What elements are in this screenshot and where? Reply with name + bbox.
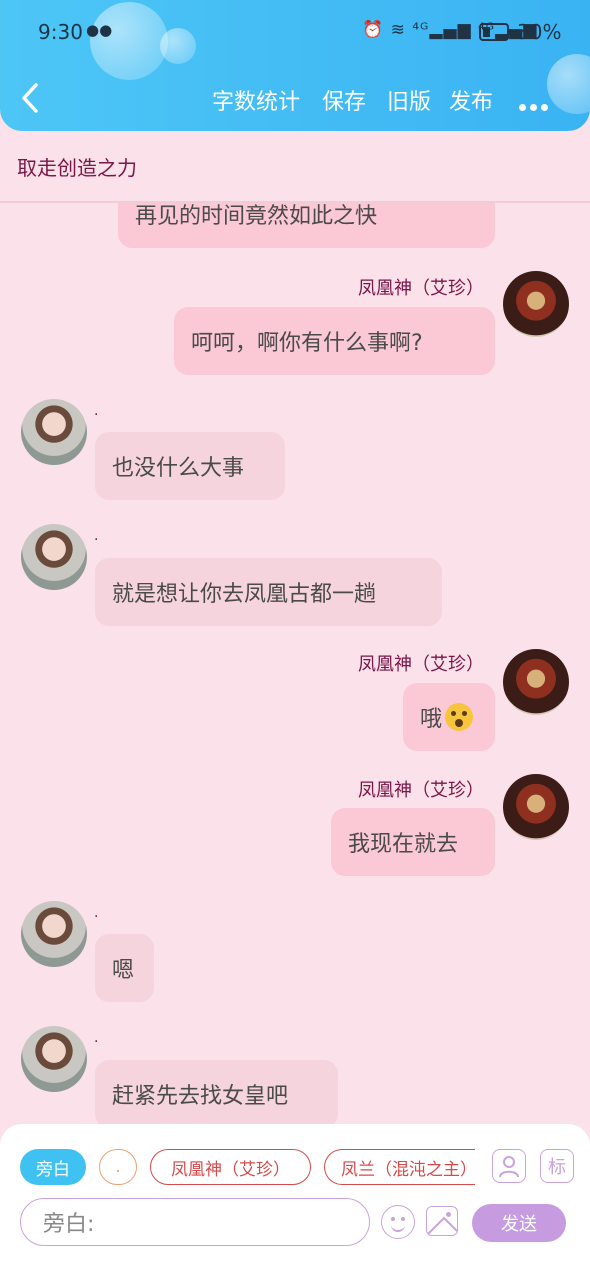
message-text: 就是想让你去凤凰古都一趟 — [112, 582, 377, 607]
avatar[interactable] — [503, 774, 569, 840]
sender-name: 凤凰神（艾珍） — [358, 780, 484, 801]
avatar[interactable] — [21, 901, 87, 967]
message-text: 呵呵，啊你有什么事啊? — [191, 331, 423, 356]
wechat-icon: ●● — [86, 21, 113, 39]
role-chip-fenglan[interactable]: 凤兰（混沌之主） — [324, 1149, 475, 1185]
top-header: 9:30 ●● ⏰ ≋ ⁴ᴳ▂▄▆ ⁴ᴳ▂▄▆ 30% 字数统计 保存 旧版 发… — [0, 0, 590, 131]
sender-name: 凤凰神（艾珍） — [358, 278, 484, 299]
avatar[interactable] — [503, 649, 569, 715]
word-count-button[interactable]: 字数统计 — [212, 84, 300, 116]
person-icon[interactable] — [492, 1149, 526, 1183]
image-icon[interactable] — [426, 1206, 458, 1236]
status-bar: 9:30 ●● ⏰ ≋ ⁴ᴳ▂▄▆ ⁴ᴳ▂▄▆ 30% — [0, 18, 590, 48]
message-text: 再见的时间竟然如此之快 — [135, 204, 378, 229]
message-bubble[interactable]: 赶紧先去找女皇吧 — [95, 1060, 338, 1128]
sender-name: . — [94, 1030, 99, 1046]
sender-name: . — [94, 403, 99, 419]
battery-percent: 30% — [517, 20, 562, 44]
send-button[interactable]: 发送 — [472, 1204, 566, 1242]
message-text: 我现在就去 — [348, 832, 459, 857]
sender-name: . — [94, 905, 99, 921]
message-bubble[interactable]: 也没什么大事 — [95, 432, 285, 500]
tag-button[interactable]: 标 — [540, 1149, 574, 1183]
role-chip-narrator[interactable]: 旁白 — [20, 1149, 86, 1185]
message-input[interactable]: 旁白: — [20, 1198, 370, 1246]
avatar[interactable] — [21, 399, 87, 465]
save-button[interactable]: 保存 — [322, 84, 366, 116]
message-text: 也没什么大事 — [112, 456, 245, 481]
message-list[interactable]: 再见的时间竟然如此之快 凤凰神（艾珍） 呵呵，啊你有什么事啊? . 也没什么大事… — [0, 203, 590, 1128]
message-bubble[interactable]: 哦 — [403, 683, 495, 751]
message-text: 嗯 — [112, 958, 135, 983]
role-chip-phoenix[interactable]: 凤凰神（艾珍） — [150, 1149, 311, 1185]
battery-icon — [479, 23, 512, 41]
astonished-face-emoji — [445, 703, 474, 731]
message-bubble[interactable]: 再见的时间竟然如此之快 — [118, 203, 495, 248]
message-bubble[interactable]: 就是想让你去凤凰古都一趟 — [95, 558, 442, 626]
decor-bubble-right — [547, 54, 590, 114]
chevron-left-icon[interactable] — [20, 82, 50, 118]
message-bubble[interactable]: 呵呵，啊你有什么事啊? — [174, 307, 495, 375]
avatar[interactable] — [21, 524, 87, 590]
message-bubble[interactable]: 嗯 — [95, 934, 154, 1002]
publish-button[interactable]: 发布 — [449, 84, 493, 116]
chat-title: 取走创造之力 — [17, 156, 137, 180]
smiley-icon[interactable] — [381, 1205, 415, 1239]
old-version-button[interactable]: 旧版 — [387, 84, 431, 116]
message-bubble[interactable]: 我现在就去 — [331, 808, 495, 876]
avatar[interactable] — [21, 1026, 87, 1092]
role-chip-dot[interactable]: . — [99, 1149, 137, 1185]
message-text: 哦 — [420, 707, 443, 732]
avatar[interactable] — [503, 271, 569, 337]
sender-name: 凤凰神（艾珍） — [358, 654, 484, 675]
more-horizontal-icon[interactable] — [519, 96, 553, 111]
status-time: 9:30 — [38, 20, 83, 44]
message-text: 赶紧先去找女皇吧 — [112, 1084, 289, 1109]
sender-name: . — [94, 528, 99, 544]
